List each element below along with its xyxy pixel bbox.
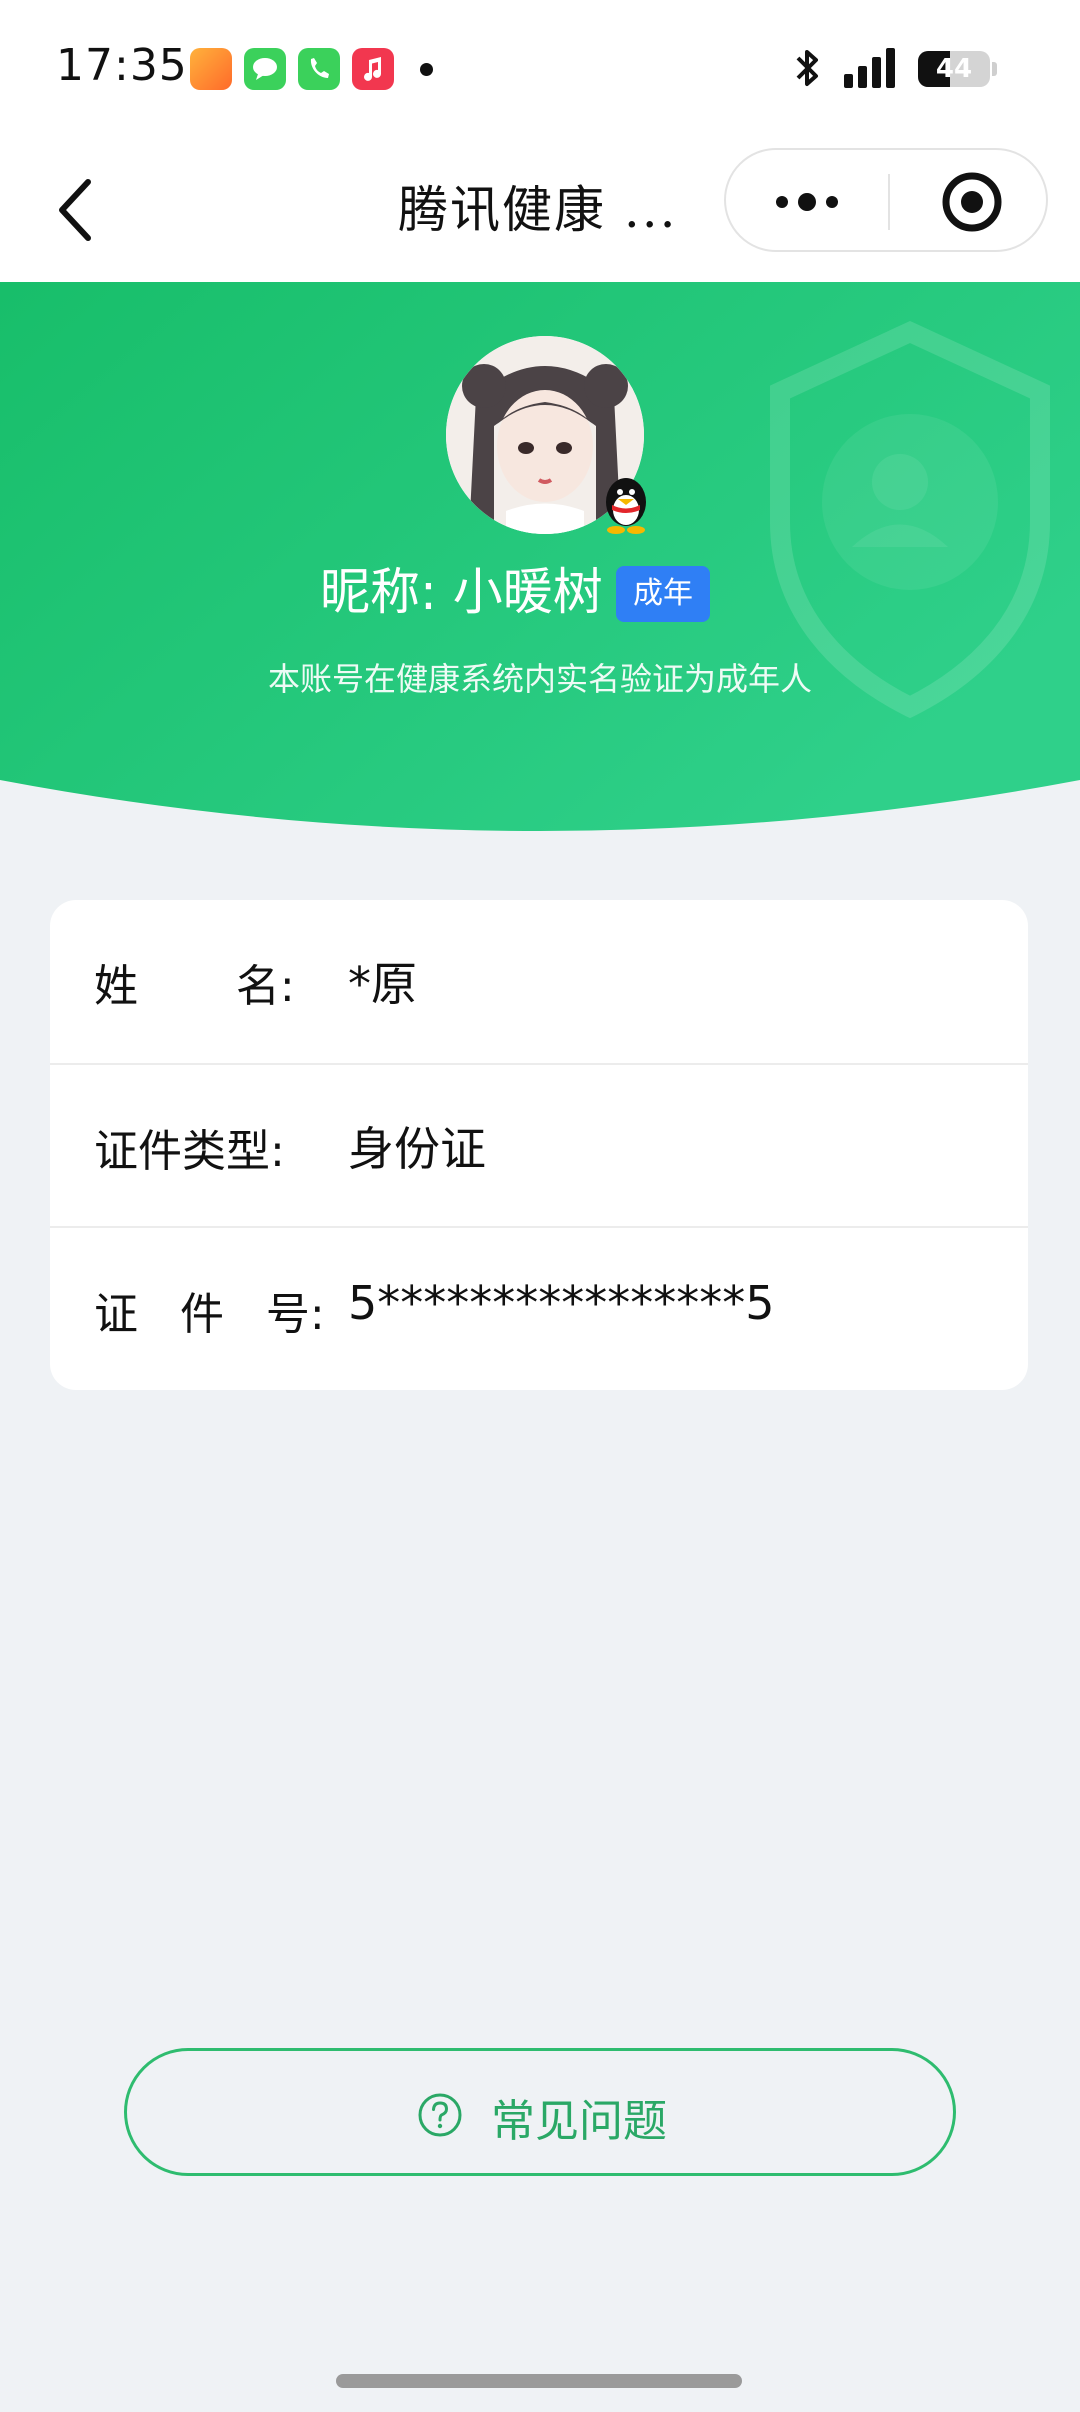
- battery-level: 44: [935, 54, 973, 84]
- qq-penguin-icon: [606, 478, 646, 534]
- info-value: 身份证: [348, 1122, 486, 1176]
- battery-icon: 44: [918, 51, 990, 87]
- info-row-name: 姓 名: *原: [50, 900, 1028, 1063]
- game-app-icon: [190, 48, 232, 90]
- notification-dot: [420, 63, 433, 76]
- status-time: 17:35: [56, 40, 188, 91]
- info-row-id-type: 证件类型: 身份证: [50, 1063, 1028, 1228]
- page: 17:35 44 腾讯健康 ... 昵称: 小暖树 成年 本账号在健康系统内实名…: [0, 0, 1080, 2412]
- page-title: 腾讯健康 ...: [398, 181, 678, 239]
- more-icon[interactable]: [772, 184, 842, 220]
- info-label: 证 件 号:: [94, 1289, 325, 1340]
- back-icon[interactable]: [50, 170, 100, 250]
- info-label: 证件类型:: [94, 1126, 285, 1177]
- messages-icon: [244, 48, 286, 90]
- home-indicator[interactable]: [336, 2374, 742, 2388]
- verification-text: 本账号在健康系统内实名验证为成年人: [267, 660, 812, 698]
- info-label: 姓 名:: [94, 961, 295, 1012]
- battery-tip: [992, 62, 997, 76]
- info-value: *原: [348, 957, 417, 1011]
- nav-bar: 腾讯健康 ...: [0, 140, 1080, 282]
- profile-header: 昵称: 小暖树 成年 本账号在健康系统内实名验证为成年人: [0, 282, 1080, 842]
- target-icon[interactable]: [940, 170, 1004, 234]
- adult-badge: 成年: [616, 566, 710, 622]
- nickname: 昵称: 小暖树: [320, 563, 603, 621]
- mini-program-capsule: [724, 148, 1048, 252]
- faq-label: 常见问题: [491, 2096, 667, 2147]
- question-circle-icon: [418, 2093, 462, 2137]
- info-value: 5****************5: [348, 1276, 775, 1330]
- music-icon: [352, 48, 394, 90]
- phone-icon: [298, 48, 340, 90]
- info-row-id-number: 证 件 号: 5****************5: [50, 1226, 1028, 1390]
- signal-icon: [844, 48, 895, 88]
- status-bar: 17:35 44: [0, 0, 1080, 140]
- bluetooth-icon: [796, 50, 818, 86]
- capsule-divider: [888, 174, 890, 230]
- identity-info-card: 姓 名: *原 证件类型: 身份证 证 件 号: 5**************…: [50, 900, 1028, 1390]
- faq-button[interactable]: 常见问题: [124, 2048, 956, 2176]
